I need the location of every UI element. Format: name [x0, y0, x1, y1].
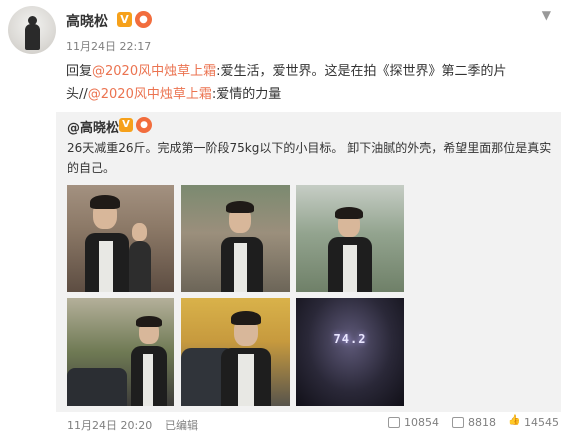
- repost-time[interactable]: 11月24日 20:20: [67, 417, 152, 433]
- photo-figure: [238, 354, 254, 406]
- comment-icon: [452, 417, 464, 428]
- like-icon: [508, 415, 520, 428]
- medal-icon: ●: [136, 117, 152, 133]
- photo-thumbnail[interactable]: [67, 185, 174, 292]
- like-count[interactable]: 14545: [508, 415, 559, 429]
- like-count-value: 14545: [524, 416, 559, 429]
- chevron-down-icon[interactable]: ▼: [542, 8, 551, 22]
- edited-label: 已编辑: [165, 419, 198, 432]
- photo-figure: [143, 354, 153, 406]
- post-text: 回复@2020风中烛草上霜:爱生活，爱世界。这是在拍《探世界》第二季的片头//@…: [66, 60, 546, 106]
- repost-card: @高晓松 V ● 26天减重26斤。完成第一阶段75kg以下的小目标。 卸下油腻…: [56, 112, 561, 432]
- repost-author[interactable]: @高晓松: [67, 117, 119, 136]
- post-text-part: :爱情的力量: [211, 87, 282, 102]
- photo-thumbnail[interactable]: 74.2: [296, 298, 404, 406]
- photo-thumbnail[interactable]: [181, 298, 290, 406]
- photo-thumbnail[interactable]: [296, 185, 404, 292]
- photo-figure: [335, 207, 363, 219]
- avatar[interactable]: [8, 6, 56, 54]
- comment-count-value: 8818: [468, 416, 496, 429]
- photo-figure: [343, 245, 357, 292]
- photo-figure: [90, 195, 120, 209]
- photo-figure: [99, 241, 113, 292]
- username[interactable]: 高晓松: [66, 11, 108, 31]
- verified-v-icon: V: [117, 12, 132, 27]
- repost-text: 26天减重26斤。完成第一阶段75kg以下的小目标。 卸下油腻的外壳，希望里面那…: [67, 141, 552, 175]
- mention-link[interactable]: @2020风中烛草上霜: [92, 64, 216, 79]
- photo-figure: [226, 201, 254, 213]
- comment-count[interactable]: 8818: [452, 416, 496, 429]
- repost-count[interactable]: 10854: [388, 416, 439, 429]
- photo-figure: [231, 311, 261, 325]
- medal-icon: ●: [135, 11, 152, 28]
- photo-thumbnail[interactable]: [67, 298, 174, 406]
- scale-reading: 74.2: [333, 332, 367, 346]
- post-time[interactable]: 11月24日 22:17: [66, 38, 151, 54]
- mention-link[interactable]: @2020风中烛草上霜: [88, 87, 212, 102]
- photo-thumbnail[interactable]: [181, 185, 290, 292]
- photo-figure: [234, 243, 247, 292]
- repost-icon: [388, 417, 400, 428]
- photo-car: [67, 368, 127, 406]
- photo-figure: [136, 316, 162, 327]
- avatar-figure-body: [25, 24, 40, 50]
- reply-prefix: 回复: [66, 64, 93, 79]
- photo-figure: [129, 241, 151, 292]
- photo-figure: [132, 223, 147, 241]
- repost-count-value: 10854: [404, 416, 439, 429]
- verified-v-icon: V: [119, 118, 133, 132]
